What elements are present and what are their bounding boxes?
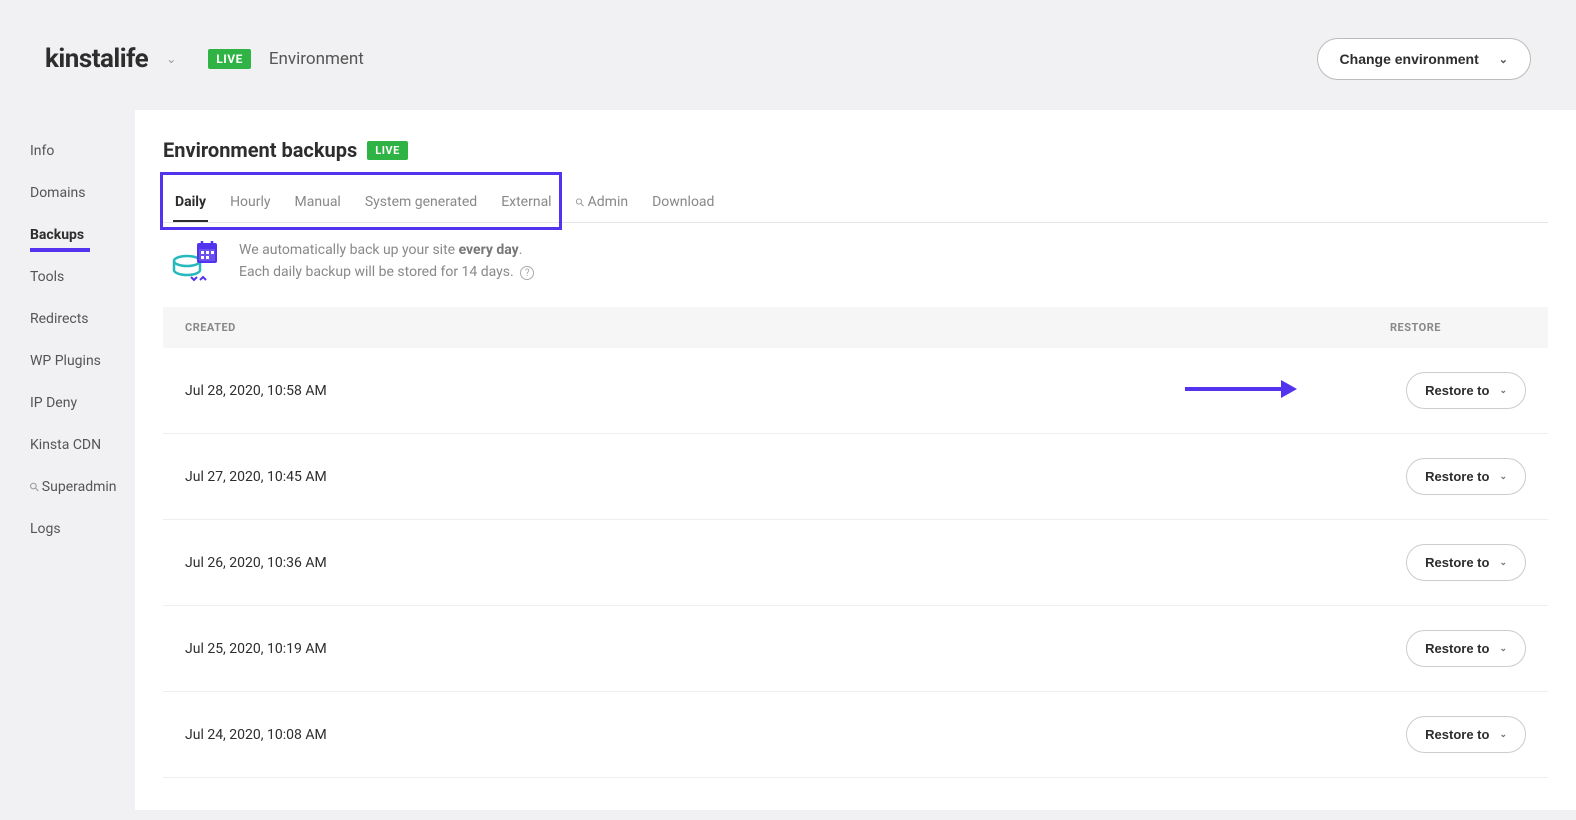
change-environment-label: Change environment bbox=[1340, 51, 1479, 67]
column-created: CREATED bbox=[185, 321, 236, 334]
chevron-down-icon: ⌄ bbox=[1499, 643, 1507, 654]
info-line1-prefix: We automatically back up your site bbox=[239, 242, 459, 258]
sidebar-item-redirects[interactable]: Redirects bbox=[30, 298, 135, 340]
sidebar-item-superadmin[interactable]: ⚲Superadmin bbox=[30, 466, 135, 508]
sidebar-item-label: Redirects bbox=[30, 311, 89, 327]
page-title-row: Environment backups LIVE bbox=[163, 138, 1548, 162]
tab-label: External bbox=[501, 194, 551, 210]
restore-to-button[interactable]: Restore to ⌄ bbox=[1406, 458, 1526, 495]
table-row: Jul 24, 2020, 10:08 AM Restore to ⌄ bbox=[163, 692, 1548, 778]
tab-admin[interactable]: ⚲Admin bbox=[564, 184, 641, 222]
restore-button-label: Restore to bbox=[1425, 727, 1489, 742]
change-environment-button[interactable]: Change environment ⌄ bbox=[1317, 38, 1531, 80]
sidebar-item-backups[interactable]: Backups bbox=[30, 214, 135, 256]
sidebar-item-label: Tools bbox=[30, 269, 64, 285]
info-line1-bold: every day bbox=[459, 242, 519, 258]
restore-to-button[interactable]: Restore to ⌄ bbox=[1406, 372, 1526, 409]
environment-label: Environment bbox=[269, 49, 364, 69]
table-row: Jul 27, 2020, 10:45 AM Restore to ⌄ bbox=[163, 434, 1548, 520]
backup-calendar-icon bbox=[171, 239, 221, 287]
live-badge: LIVE bbox=[367, 141, 408, 160]
sidebar-item-label: Kinsta CDN bbox=[30, 437, 101, 453]
sidebar-item-tools[interactable]: Tools bbox=[30, 256, 135, 298]
header: kinstalife ⌄ LIVE Environment Change env… bbox=[0, 0, 1576, 110]
backup-created-date: Jul 28, 2020, 10:58 AM bbox=[185, 383, 327, 399]
backup-created-date: Jul 26, 2020, 10:36 AM bbox=[185, 555, 327, 571]
sidebar-item-label: Backups bbox=[30, 227, 84, 243]
tab-manual[interactable]: Manual bbox=[283, 184, 353, 222]
help-icon[interactable]: ? bbox=[520, 266, 534, 280]
sidebar-item-label: Info bbox=[30, 143, 54, 159]
table-row: Jul 26, 2020, 10:36 AM Restore to ⌄ bbox=[163, 520, 1548, 606]
restore-button-label: Restore to bbox=[1425, 641, 1489, 656]
backup-created-date: Jul 24, 2020, 10:08 AM bbox=[185, 727, 327, 743]
sidebar-item-info[interactable]: Info bbox=[30, 130, 135, 172]
key-icon: ⚲ bbox=[572, 195, 587, 210]
tab-hourly[interactable]: Hourly bbox=[218, 184, 282, 222]
info-section: We automatically back up your site every… bbox=[163, 223, 1548, 307]
tab-label: Download bbox=[652, 194, 714, 210]
sidebar-item-label: Superadmin bbox=[42, 479, 117, 495]
sidebar-item-label: Logs bbox=[30, 521, 61, 537]
chevron-down-icon[interactable]: ⌄ bbox=[166, 52, 176, 66]
table-header: CREATED RESTORE bbox=[163, 307, 1548, 348]
restore-button-label: Restore to bbox=[1425, 469, 1489, 484]
tab-label: Daily bbox=[175, 194, 206, 210]
sidebar-item-ip-deny[interactable]: IP Deny bbox=[30, 382, 135, 424]
site-name[interactable]: kinstalife bbox=[45, 44, 148, 74]
restore-to-button[interactable]: Restore to ⌄ bbox=[1406, 716, 1526, 753]
tab-label: Admin bbox=[588, 194, 628, 210]
sidebar: Info Domains Backups Tools Redirects WP Plugi… bbox=[0, 110, 135, 810]
table-body: Jul 28, 2020, 10:58 AMRestore to⌄Jul 27,… bbox=[163, 348, 1548, 778]
sidebar-item-domains[interactable]: Domains bbox=[30, 172, 135, 214]
sidebar-item-wp-plugins[interactable]: WP Plugins bbox=[30, 340, 135, 382]
main-content: Environment backups LIVE Daily Hourly Manu… bbox=[135, 110, 1576, 810]
table-row: Jul 25, 2020, 10:19 AM Restore to ⌄ bbox=[163, 606, 1548, 692]
tab-label: System generated bbox=[365, 194, 477, 210]
key-icon: ⚲ bbox=[26, 479, 42, 495]
tab-daily[interactable]: Daily bbox=[163, 184, 218, 222]
info-line2: Each daily backup will be stored for 14 … bbox=[239, 264, 514, 280]
restore-button-label: Restore to bbox=[1425, 383, 1489, 398]
chevron-down-icon: ⌄ bbox=[1499, 385, 1507, 396]
tab-external[interactable]: External bbox=[489, 184, 563, 222]
info-text: We automatically back up your site every… bbox=[239, 239, 534, 284]
tabs: Daily Hourly Manual System generated Externa… bbox=[163, 184, 1548, 223]
info-line1-suffix: . bbox=[519, 242, 523, 258]
sidebar-item-label: Domains bbox=[30, 185, 85, 201]
chevron-down-icon: ⌄ bbox=[1499, 557, 1507, 568]
backup-created-date: Jul 27, 2020, 10:45 AM bbox=[185, 469, 327, 485]
table-row: Jul 28, 2020, 10:58 AM Restore to ⌄ bbox=[163, 348, 1548, 434]
restore-to-button[interactable]: Restore to ⌄ bbox=[1406, 544, 1526, 581]
tab-label: Hourly bbox=[230, 194, 270, 210]
chevron-down-icon: ⌄ bbox=[1499, 471, 1507, 482]
sidebar-item-logs[interactable]: Logs bbox=[30, 508, 135, 550]
column-restore: RESTORE bbox=[1390, 321, 1526, 334]
annotation-arrow-icon bbox=[1183, 377, 1299, 405]
restore-button-label: Restore to bbox=[1425, 555, 1489, 570]
restore-to-button[interactable]: Restore to ⌄ bbox=[1406, 630, 1526, 667]
backup-created-date: Jul 25, 2020, 10:19 AM bbox=[185, 641, 327, 657]
tab-download[interactable]: Download bbox=[640, 184, 726, 222]
header-left: kinstalife ⌄ LIVE Environment bbox=[45, 44, 364, 74]
tab-label: Manual bbox=[295, 194, 341, 210]
sidebar-item-kinsta-cdn[interactable]: Kinsta CDN bbox=[30, 424, 135, 466]
page-title: Environment backups bbox=[163, 138, 357, 162]
chevron-down-icon: ⌄ bbox=[1499, 53, 1508, 66]
tab-system-generated[interactable]: System generated bbox=[353, 184, 489, 222]
sidebar-item-label: IP Deny bbox=[30, 395, 77, 411]
sidebar-item-label: WP Plugins bbox=[30, 353, 101, 369]
live-badge: LIVE bbox=[208, 49, 251, 69]
chevron-down-icon: ⌄ bbox=[1499, 729, 1507, 740]
